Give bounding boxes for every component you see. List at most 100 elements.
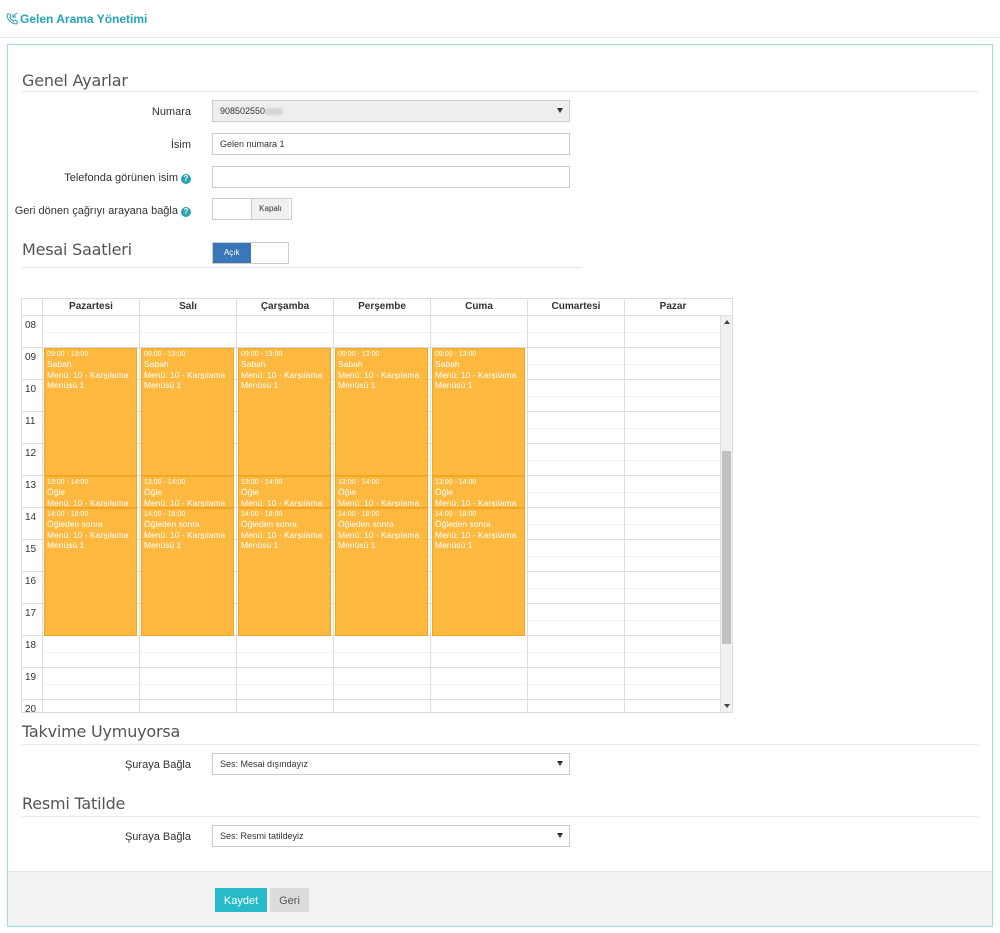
calendar-event[interactable]: 13:00 - 14:00ÖğleMenü: 10 - Karşılama Me… (335, 476, 428, 508)
event-time: 09:00 - 13:00 (241, 351, 283, 358)
event-name: Öğle (338, 487, 356, 497)
section-divider (22, 744, 978, 745)
event-menu: Menü: 10 - Karşılama Menüsü 1 (338, 529, 420, 551)
day-header: Çarşamba (236, 299, 333, 316)
hour-label: 11 (25, 416, 36, 427)
working-hours-title: Mesai Saatleri (22, 240, 132, 259)
event-name: Sabah (144, 359, 169, 369)
hour-label: 10 (25, 384, 37, 395)
section-divider (22, 91, 978, 92)
hour-label: 18 (25, 640, 37, 651)
calendar-event[interactable]: 09:00 - 13:00 Sabah Menü: 10 - Karşılama M… (335, 348, 428, 476)
event-time: 09:00 - 13:00 (435, 351, 477, 358)
event-menu: Menü: 10 - Karşılama Menüsü 1 (144, 369, 226, 391)
calendar-event[interactable]: 13:00 - 14:00ÖğleMenü: 10 - Karşılama Me… (44, 476, 137, 508)
calendar-scrollbar[interactable] (720, 316, 732, 712)
event-menu: Menü: 10 - Karşılama Menüsü 1 (338, 497, 420, 508)
holiday-connect-select[interactable]: Ses: Resmi tatildeyiz (212, 825, 570, 847)
display-name-input[interactable] (212, 166, 570, 188)
chevron-down-icon (557, 108, 563, 113)
number-value: 908502550 (220, 106, 266, 116)
calendar-event[interactable]: 09:00 - 13:00 Sabah Menü: 10 - Karşılama M… (44, 348, 137, 476)
calendar-event[interactable]: 14:00 - 18:00 Öğleden sonra Menü: 10 - Kar… (141, 508, 234, 636)
save-button[interactable]: Kaydet (215, 888, 267, 912)
help-icon[interactable]: ? (181, 207, 191, 217)
number-select[interactable]: 908502550 (212, 100, 570, 122)
event-time: 14:00 - 18:00 (338, 511, 380, 518)
calendar-event[interactable]: 14:00 - 18:00 Öğleden sonra Menü: 10 - Kar… (432, 508, 525, 636)
calendar-event[interactable]: 09:00 - 13:00 Sabah Menü: 10 - Karşılama M… (238, 348, 331, 476)
event-name: Sabah (338, 359, 363, 369)
event-time: 13:00 - 14:00 (435, 479, 477, 486)
calendar-event[interactable]: 09:00 - 13:00 Sabah Menü: 10 - Karşılama M… (432, 348, 525, 476)
display-name-label: Telefonda görünen isim? (11, 172, 191, 184)
calendar-event[interactable]: 13:00 - 14:00ÖğleMenü: 10 - Karşılama Me… (141, 476, 234, 508)
event-menu: Menü: 10 - Karşılama Menüsü 1 (435, 529, 517, 551)
event-time: 14:00 - 18:00 (435, 511, 477, 518)
event-menu: Menü: 10 - Karşılama Menüsü 1 (435, 497, 517, 508)
help-icon[interactable]: ? (181, 174, 191, 184)
calendar-event[interactable]: 09:00 - 13:00 Sabah Menü: 10 - Karşılama M… (141, 348, 234, 476)
calendar-event[interactable]: 14:00 - 18:00 Öğleden sonra Menü: 10 - Kar… (335, 508, 428, 636)
name-label: İsim (170, 139, 191, 151)
toggle-on-label: Açık (213, 243, 251, 263)
calendar-event[interactable]: 14:00 - 18:00 Öğleden sonra Menü: 10 - Kar… (44, 508, 137, 636)
event-name: Öğleden sonra (338, 519, 394, 529)
callback-toggle[interactable]: Kapalı (212, 198, 292, 220)
hour-label: 15 (25, 544, 37, 555)
event-name: Öğle (435, 487, 453, 497)
event-time: 13:00 - 14:00 (338, 479, 380, 486)
event-time: 13:00 - 14:00 (241, 479, 283, 486)
working-hours-calendar: Pazartesi Salı Çarşamba Perşembe Cuma Cumarte… (21, 298, 733, 713)
holiday-title: Resmi Tatilde (22, 794, 126, 813)
hour-label: 16 (25, 576, 37, 587)
event-time: 09:00 - 13:00 (144, 351, 186, 358)
event-menu: Menü: 10 - Karşılama Menüsü 1 (47, 529, 129, 551)
event-name: Öğle (144, 487, 162, 497)
mismatch-connect-select[interactable]: Ses: Mesai dışındayız (212, 753, 570, 775)
masked-digits (265, 108, 284, 115)
day-header: Salı (139, 299, 236, 316)
scrollbar-thumb[interactable] (722, 451, 731, 644)
hour-label: 20 (25, 704, 37, 712)
event-name: Öğleden sonra (241, 519, 297, 529)
event-time: 14:00 - 18:00 (241, 511, 283, 518)
hour-label: 08 (25, 320, 37, 331)
hour-label: 13 (25, 480, 37, 491)
scroll-down-icon[interactable] (724, 704, 730, 708)
mismatch-connect-value: Ses: Mesai dışındayız (220, 759, 309, 769)
event-menu: Menü: 10 - Karşılama Menüsü 1 (241, 497, 323, 508)
display-name-label-text: Telefonda görünen isim (64, 172, 178, 184)
scroll-up-icon[interactable] (724, 320, 730, 324)
hour-label: 14 (25, 512, 37, 523)
calendar-header: Pazartesi Salı Çarşamba Perşembe Cuma Cumarte… (22, 299, 732, 316)
callback-label: Geri dönen çağrıyı arayana bağla? (11, 205, 191, 217)
general-settings-title: Genel Ayarlar (22, 71, 128, 90)
event-name: Öğleden sonra (144, 519, 200, 529)
event-time: 13:00 - 14:00 (144, 479, 186, 486)
day-column (624, 316, 720, 712)
section-divider (22, 816, 978, 817)
working-hours-toggle[interactable]: Açık (212, 242, 289, 264)
hour-label: 09 (25, 352, 37, 363)
calendar-corner (22, 299, 42, 316)
back-button[interactable]: Geri (270, 888, 309, 912)
calendar-event[interactable]: 13:00 - 14:00ÖğleMenü: 10 - Karşılama Me… (238, 476, 331, 508)
event-menu: Menü: 10 - Karşılama Menüsü 1 (241, 529, 323, 551)
day-header: Pazartesi (42, 299, 139, 316)
form-actions: Kaydet Geri (8, 871, 992, 926)
name-input[interactable]: Gelen numara 1 (212, 133, 570, 155)
event-time: 14:00 - 18:00 (47, 511, 89, 518)
event-menu: Menü: 10 - Karşılama Menüsü 1 (144, 497, 226, 508)
calendar-event[interactable]: 14:00 - 18:00 Öğleden sonra Menü: 10 - Kar… (238, 508, 331, 636)
calendar-event[interactable]: 13:00 - 14:00ÖğleMenü: 10 - Karşılama Me… (432, 476, 525, 508)
mismatch-title: Takvime Uymuyorsa (22, 722, 181, 741)
day-column (527, 316, 624, 712)
chevron-down-icon (557, 761, 563, 766)
number-label: Numara (151, 106, 191, 118)
event-menu: Menü: 10 - Karşılama Menüsü 1 (241, 369, 323, 391)
day-header: Perşembe (333, 299, 430, 316)
toggle-blank (251, 243, 289, 263)
event-name: Öğle (47, 487, 65, 497)
event-time: 09:00 - 13:00 (338, 351, 380, 358)
